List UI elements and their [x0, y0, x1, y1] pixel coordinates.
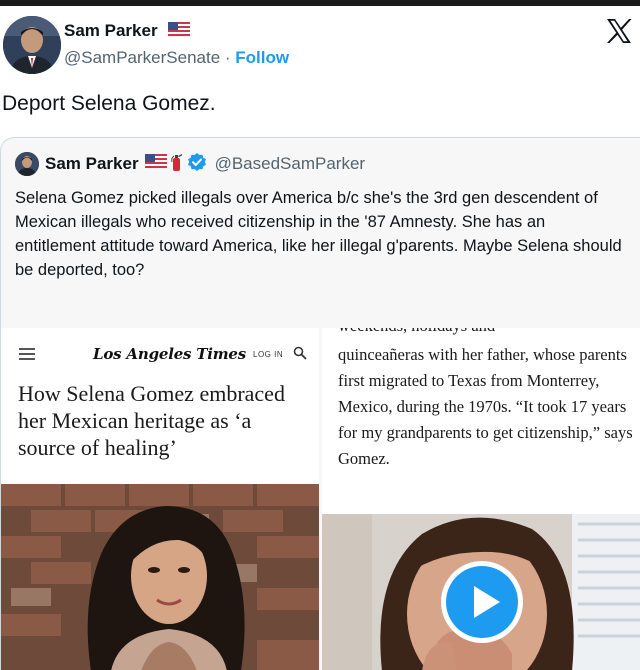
quoted-author-name[interactable]: Sam Parker: [45, 154, 139, 174]
search-icon: [293, 346, 307, 365]
author-name-text[interactable]: Sam Parker: [64, 21, 158, 40]
quoted-post[interactable]: Sam Parker @BasedSamParker Selena Gomez …: [0, 137, 640, 670]
us-flag-icon: [144, 153, 167, 174]
quoted-post-text: Selena Gomez picked illegals over Americ…: [15, 189, 622, 279]
publication-logo: Los Angeles Times: [93, 345, 247, 363]
play-button[interactable]: [441, 561, 523, 643]
publication-bar: Los Angeles Times LOG IN: [1, 336, 319, 372]
us-flag-icon: [168, 21, 191, 42]
follow-button[interactable]: Follow: [235, 48, 289, 67]
author-handle[interactable]: @SamParkerSenate: [64, 48, 220, 67]
quoted-post-header: Sam Parker @BasedSamParker: [15, 152, 365, 176]
article-screenshot[interactable]: Los Angeles Times LOG IN How Selena Gome…: [1, 328, 319, 670]
fire-extinguisher-icon: [170, 152, 184, 177]
article-body: quinceañeras with her father, whose pare…: [338, 345, 633, 468]
article-excerpt[interactable]: weekends, holidays and quinceañeras with…: [322, 328, 640, 670]
hamburger-menu-icon: [19, 348, 35, 360]
quoted-author-avatar[interactable]: [15, 152, 39, 176]
author-name[interactable]: Sam Parker: [64, 21, 191, 42]
play-icon: [446, 566, 518, 638]
author-handle-line: @SamParkerSenate · Follow: [64, 48, 289, 68]
verified-badge-icon: [187, 152, 207, 177]
article-photo: [1, 484, 319, 670]
x-logo-icon[interactable]: [604, 16, 634, 46]
quoted-author-badges: [144, 152, 207, 177]
post-text: Deport Selena Gomez.: [2, 92, 216, 115]
quoted-post-media[interactable]: Los Angeles Times LOG IN How Selena Gome…: [1, 328, 640, 670]
post-header: Sam Parker @SamParkerSenate · Follow: [0, 6, 640, 84]
video-thumbnail[interactable]: [322, 514, 640, 670]
article-headline: How Selena Gomez embraced her Mexican he…: [18, 381, 285, 460]
separator-dot: ·: [220, 48, 236, 67]
quoted-author-handle[interactable]: @BasedSamParker: [215, 154, 366, 174]
author-avatar[interactable]: [3, 16, 61, 74]
article-cut-line: weekends, holidays and: [338, 328, 495, 336]
login-link: LOG IN: [253, 350, 284, 359]
